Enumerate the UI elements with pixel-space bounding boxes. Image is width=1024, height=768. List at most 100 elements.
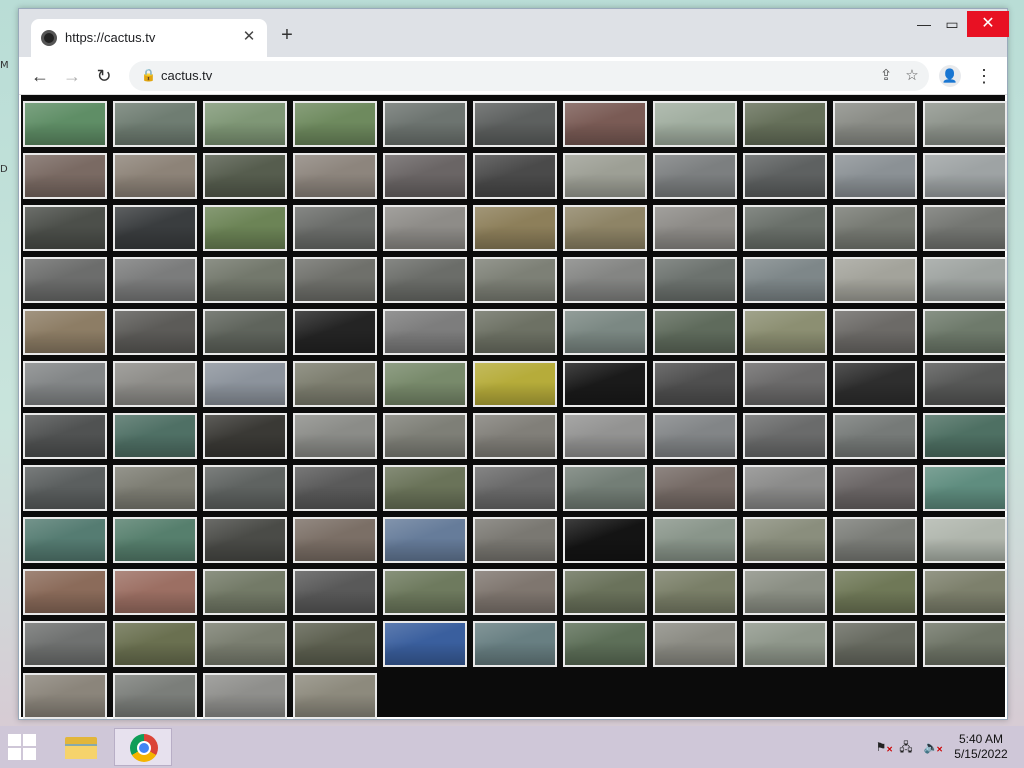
camera-thumbnail[interactable] <box>923 621 1007 667</box>
camera-thumbnail[interactable] <box>383 517 467 563</box>
camera-thumbnail[interactable] <box>473 309 557 355</box>
camera-thumbnail[interactable] <box>293 101 377 147</box>
camera-thumbnail[interactable] <box>653 257 737 303</box>
camera-thumbnail[interactable] <box>833 465 917 511</box>
camera-thumbnail[interactable] <box>653 153 737 199</box>
camera-thumbnail[interactable] <box>383 413 467 459</box>
camera-thumbnail[interactable] <box>653 205 737 251</box>
camera-thumbnail[interactable] <box>833 569 917 615</box>
camera-thumbnail[interactable] <box>473 569 557 615</box>
camera-thumbnail[interactable] <box>473 257 557 303</box>
camera-thumbnail[interactable] <box>563 413 647 459</box>
camera-thumbnail[interactable] <box>293 361 377 407</box>
camera-thumbnail[interactable] <box>383 309 467 355</box>
camera-thumbnail[interactable] <box>23 257 107 303</box>
file-explorer-icon[interactable] <box>62 732 100 762</box>
camera-thumbnail[interactable] <box>23 569 107 615</box>
camera-thumbnail[interactable] <box>113 361 197 407</box>
action-center-flag-icon[interactable]: ⚑ ✕ <box>872 739 893 755</box>
camera-thumbnail[interactable] <box>923 465 1007 511</box>
camera-thumbnail[interactable] <box>383 205 467 251</box>
camera-thumbnail[interactable] <box>563 205 647 251</box>
windows-start-icon[interactable] <box>8 734 38 760</box>
bookmark-star-icon[interactable]: ☆ <box>901 65 923 87</box>
camera-thumbnail[interactable] <box>203 205 287 251</box>
camera-thumbnail[interactable] <box>113 257 197 303</box>
camera-thumbnail[interactable] <box>113 569 197 615</box>
browser-menu-icon[interactable]: ⋮ <box>973 63 995 89</box>
camera-thumbnail[interactable] <box>923 569 1007 615</box>
chrome-taskbar-button[interactable] <box>114 728 172 766</box>
camera-thumbnail[interactable] <box>23 517 107 563</box>
camera-thumbnail[interactable] <box>833 309 917 355</box>
camera-thumbnail[interactable] <box>293 413 377 459</box>
camera-thumbnail[interactable] <box>923 309 1007 355</box>
volume-icon[interactable]: 🔈 ✕ <box>922 739 943 755</box>
camera-thumbnail[interactable] <box>383 257 467 303</box>
camera-thumbnail[interactable] <box>653 361 737 407</box>
camera-thumbnail[interactable] <box>203 361 287 407</box>
camera-thumbnail[interactable] <box>563 361 647 407</box>
camera-thumbnail[interactable] <box>653 517 737 563</box>
camera-thumbnail[interactable] <box>923 257 1007 303</box>
camera-thumbnail[interactable] <box>743 621 827 667</box>
camera-thumbnail[interactable] <box>23 673 107 719</box>
camera-thumbnail[interactable] <box>203 153 287 199</box>
camera-thumbnail[interactable] <box>203 413 287 459</box>
taskbar-clock[interactable]: 5:40 AM 5/15/2022 <box>950 732 1012 762</box>
camera-thumbnail[interactable] <box>23 153 107 199</box>
camera-thumbnail[interactable] <box>563 517 647 563</box>
camera-thumbnail[interactable] <box>383 101 467 147</box>
minimize-button[interactable]: — <box>911 11 937 37</box>
camera-thumbnail[interactable] <box>113 673 197 719</box>
camera-thumbnail[interactable] <box>653 621 737 667</box>
camera-thumbnail[interactable] <box>743 257 827 303</box>
address-bar[interactable]: 🔒 cactus.tv ⇪ ☆ <box>129 61 929 91</box>
camera-thumbnail[interactable] <box>383 569 467 615</box>
camera-thumbnail[interactable] <box>653 309 737 355</box>
camera-thumbnail[interactable] <box>743 309 827 355</box>
camera-thumbnail[interactable] <box>203 517 287 563</box>
camera-thumbnail[interactable] <box>293 621 377 667</box>
camera-thumbnail[interactable] <box>383 621 467 667</box>
camera-thumbnail[interactable] <box>293 517 377 563</box>
camera-thumbnail[interactable] <box>113 205 197 251</box>
camera-thumbnail[interactable] <box>23 413 107 459</box>
back-arrow-icon[interactable]: ← <box>27 63 53 89</box>
camera-thumbnail[interactable] <box>293 309 377 355</box>
tab-cactus[interactable]: https://cactus.tv ✕ <box>31 19 267 57</box>
camera-thumbnail[interactable] <box>113 101 197 147</box>
camera-thumbnail[interactable] <box>203 101 287 147</box>
camera-thumbnail[interactable] <box>653 101 737 147</box>
camera-thumbnail[interactable] <box>113 413 197 459</box>
camera-thumbnail[interactable] <box>653 413 737 459</box>
camera-thumbnail[interactable] <box>383 465 467 511</box>
camera-thumbnail[interactable] <box>293 465 377 511</box>
camera-thumbnail[interactable] <box>743 517 827 563</box>
camera-thumbnail[interactable] <box>833 413 917 459</box>
camera-thumbnail[interactable] <box>473 413 557 459</box>
camera-thumbnail[interactable] <box>383 361 467 407</box>
camera-thumbnail[interactable] <box>23 621 107 667</box>
camera-thumbnail[interactable] <box>833 153 917 199</box>
camera-thumbnail[interactable] <box>473 361 557 407</box>
camera-thumbnail[interactable] <box>293 153 377 199</box>
camera-thumbnail[interactable] <box>473 517 557 563</box>
camera-thumbnail[interactable] <box>113 621 197 667</box>
camera-thumbnail[interactable] <box>383 153 467 199</box>
close-window-button[interactable]: ✕ <box>967 11 1009 37</box>
camera-thumbnail[interactable] <box>23 361 107 407</box>
camera-thumbnail[interactable] <box>113 309 197 355</box>
camera-thumbnail[interactable] <box>473 153 557 199</box>
camera-thumbnail[interactable] <box>653 465 737 511</box>
lock-icon[interactable]: 🔒 <box>141 68 156 82</box>
camera-thumbnail[interactable] <box>113 517 197 563</box>
forward-arrow-icon[interactable]: → <box>59 63 85 89</box>
camera-thumbnail[interactable] <box>23 205 107 251</box>
camera-thumbnail[interactable] <box>833 205 917 251</box>
camera-thumbnail[interactable] <box>923 413 1007 459</box>
camera-thumbnail[interactable] <box>203 621 287 667</box>
camera-thumbnail[interactable] <box>563 309 647 355</box>
network-icon[interactable]: 🖧 <box>897 739 915 755</box>
camera-thumbnail[interactable] <box>23 309 107 355</box>
